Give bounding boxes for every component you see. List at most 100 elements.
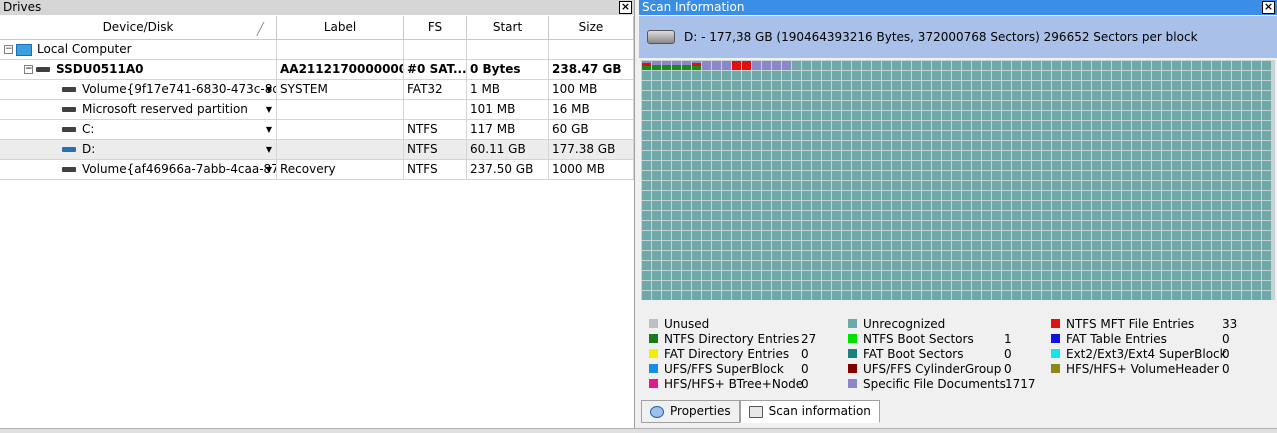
block [1082, 131, 1091, 140]
block [1152, 261, 1161, 270]
block [1082, 161, 1091, 170]
block [692, 121, 701, 130]
block [652, 241, 661, 250]
table-row[interactable]: Volume{9f17e741-6830-473c-8d... ▼ SYSTEM … [0, 80, 634, 100]
block [1012, 101, 1021, 110]
block [1212, 271, 1221, 280]
block [702, 241, 711, 250]
block [742, 181, 751, 190]
block [862, 81, 871, 90]
table-row-selected[interactable]: D: ▼ NTFS 60.11 GB 177.38 GB [0, 140, 634, 160]
block [1072, 151, 1081, 160]
block [672, 141, 681, 150]
table-row[interactable]: −SSDU0511A0 AA2112170000000... #0 SAT...… [0, 60, 634, 80]
block [872, 261, 881, 270]
block [1202, 251, 1211, 260]
block [1062, 251, 1071, 260]
block [732, 271, 741, 280]
block [932, 121, 941, 130]
block [672, 101, 681, 110]
col-label[interactable]: Label [277, 16, 404, 39]
block [1122, 251, 1131, 260]
block [1112, 291, 1121, 300]
block-map[interactable] [641, 60, 1275, 300]
block [652, 171, 661, 180]
scan-title: Scan Information × [639, 0, 1277, 15]
col-fs[interactable]: FS [404, 16, 467, 39]
block [692, 241, 701, 250]
block [1052, 181, 1061, 190]
collapse-icon[interactable]: − [4, 45, 13, 54]
dropdown-arrow-icon[interactable]: ▼ [266, 160, 272, 179]
block [1142, 111, 1151, 120]
block [942, 261, 951, 270]
close-icon[interactable]: × [1262, 1, 1275, 14]
block [952, 111, 961, 120]
block [1172, 141, 1181, 150]
block [1132, 81, 1141, 90]
block [872, 181, 881, 190]
block [1152, 181, 1161, 190]
block [742, 111, 751, 120]
block [692, 111, 701, 120]
block [1232, 121, 1241, 130]
block [702, 251, 711, 260]
block [862, 161, 871, 170]
block [1252, 241, 1261, 250]
block [1052, 91, 1061, 100]
tab-properties[interactable]: Properties [641, 400, 740, 423]
col-size[interactable]: Size [549, 16, 634, 39]
block [662, 291, 671, 300]
block [1112, 101, 1121, 110]
block [692, 161, 701, 170]
block [1042, 241, 1051, 250]
block [1242, 261, 1251, 270]
block [872, 281, 881, 290]
block [852, 211, 861, 220]
dropdown-arrow-icon[interactable]: ▼ [266, 80, 272, 99]
table-row[interactable]: − Local Computer [0, 40, 634, 60]
block [682, 291, 691, 300]
block [1222, 71, 1231, 80]
collapse-icon[interactable]: − [24, 65, 33, 74]
block [832, 201, 841, 210]
tab-scan-information[interactable]: Scan information [739, 400, 880, 423]
block [782, 291, 791, 300]
col-start[interactable]: Start [467, 16, 549, 39]
block [1162, 141, 1171, 150]
table-row[interactable]: Volume{af46966a-7abb-4caa-87... ▼ Recover… [0, 160, 634, 180]
block [1032, 171, 1041, 180]
block [1002, 121, 1011, 130]
col-device-disk[interactable]: Device/Disk ╱ [0, 16, 277, 39]
block [1142, 261, 1151, 270]
block [722, 171, 731, 180]
block [1042, 201, 1051, 210]
dropdown-arrow-icon[interactable]: ▼ [266, 100, 272, 119]
block [952, 201, 961, 210]
block [852, 131, 861, 140]
block [1242, 251, 1251, 260]
block [1242, 241, 1251, 250]
block [982, 181, 991, 190]
block [712, 211, 721, 220]
block [882, 121, 891, 130]
block [1252, 131, 1261, 140]
block [932, 61, 941, 70]
dropdown-arrow-icon[interactable]: ▼ [266, 120, 272, 139]
dropdown-arrow-icon[interactable]: ▼ [266, 140, 272, 159]
computer-icon [16, 43, 32, 56]
table-row[interactable]: C: ▼ NTFS 117 MB 60 GB [0, 120, 634, 140]
block [712, 221, 721, 230]
block [832, 181, 841, 190]
block [842, 81, 851, 90]
block [982, 91, 991, 100]
close-icon[interactable]: × [619, 1, 632, 14]
table-row[interactable]: Microsoft reserved partition ▼ 101 MB 16 … [0, 100, 634, 120]
block [1122, 141, 1131, 150]
block [942, 201, 951, 210]
legend-item: NTFS Directory Entries 27 [649, 332, 839, 347]
block [852, 151, 861, 160]
block [1222, 81, 1231, 90]
block [1172, 231, 1181, 240]
block [1092, 201, 1101, 210]
